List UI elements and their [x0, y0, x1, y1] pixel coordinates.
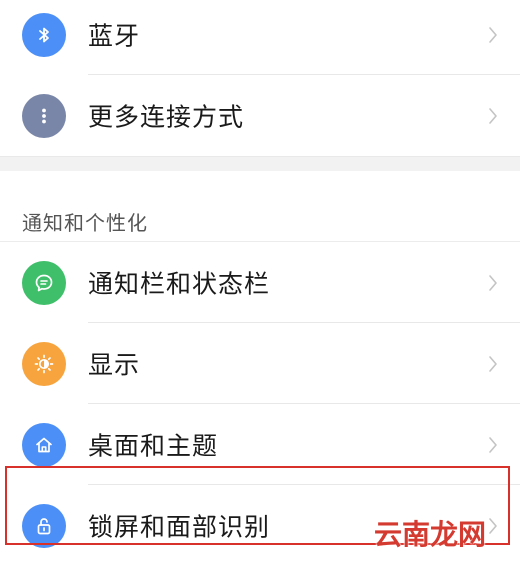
chevron-right-icon — [488, 274, 498, 296]
settings-row-label: 显示 — [88, 349, 141, 379]
settings-row-label: 通知栏和状态栏 — [88, 268, 271, 298]
section-header: 通知和个性化 — [0, 171, 520, 242]
chevron-right-icon — [488, 107, 498, 129]
home-icon — [22, 422, 66, 467]
section-gap — [0, 156, 520, 171]
brightness-icon — [22, 341, 66, 386]
section-title: 通知和个性化 — [22, 211, 148, 235]
chevron-right-icon — [488, 517, 498, 539]
settings-row-notification-status-bar[interactable]: 通知栏和状态栏 — [0, 242, 520, 323]
bluetooth-icon — [22, 12, 66, 57]
more-dots-icon — [22, 93, 66, 138]
chevron-right-icon — [488, 436, 498, 458]
settings-row-label: 蓝牙 — [88, 20, 141, 50]
watermark: 云南龙网 — [373, 518, 486, 551]
settings-row-desktop-theme[interactable]: 桌面和主题 — [0, 404, 520, 485]
settings-row-more-connections[interactable]: 更多连接方式 — [0, 75, 520, 156]
settings-row-display[interactable]: 显示 — [0, 323, 520, 404]
settings-row-label: 更多连接方式 — [88, 101, 245, 131]
connections-group: 蓝牙 更多连接方式 — [0, 0, 520, 156]
settings-row-bluetooth[interactable]: 蓝牙 — [0, 0, 520, 75]
unlock-icon — [22, 503, 66, 548]
message-bubble-icon — [22, 260, 66, 305]
settings-row-label: 锁屏和面部识别 — [88, 511, 271, 541]
settings-row-label: 桌面和主题 — [88, 430, 219, 460]
chevron-right-icon — [488, 26, 498, 48]
chevron-right-icon — [488, 355, 498, 377]
